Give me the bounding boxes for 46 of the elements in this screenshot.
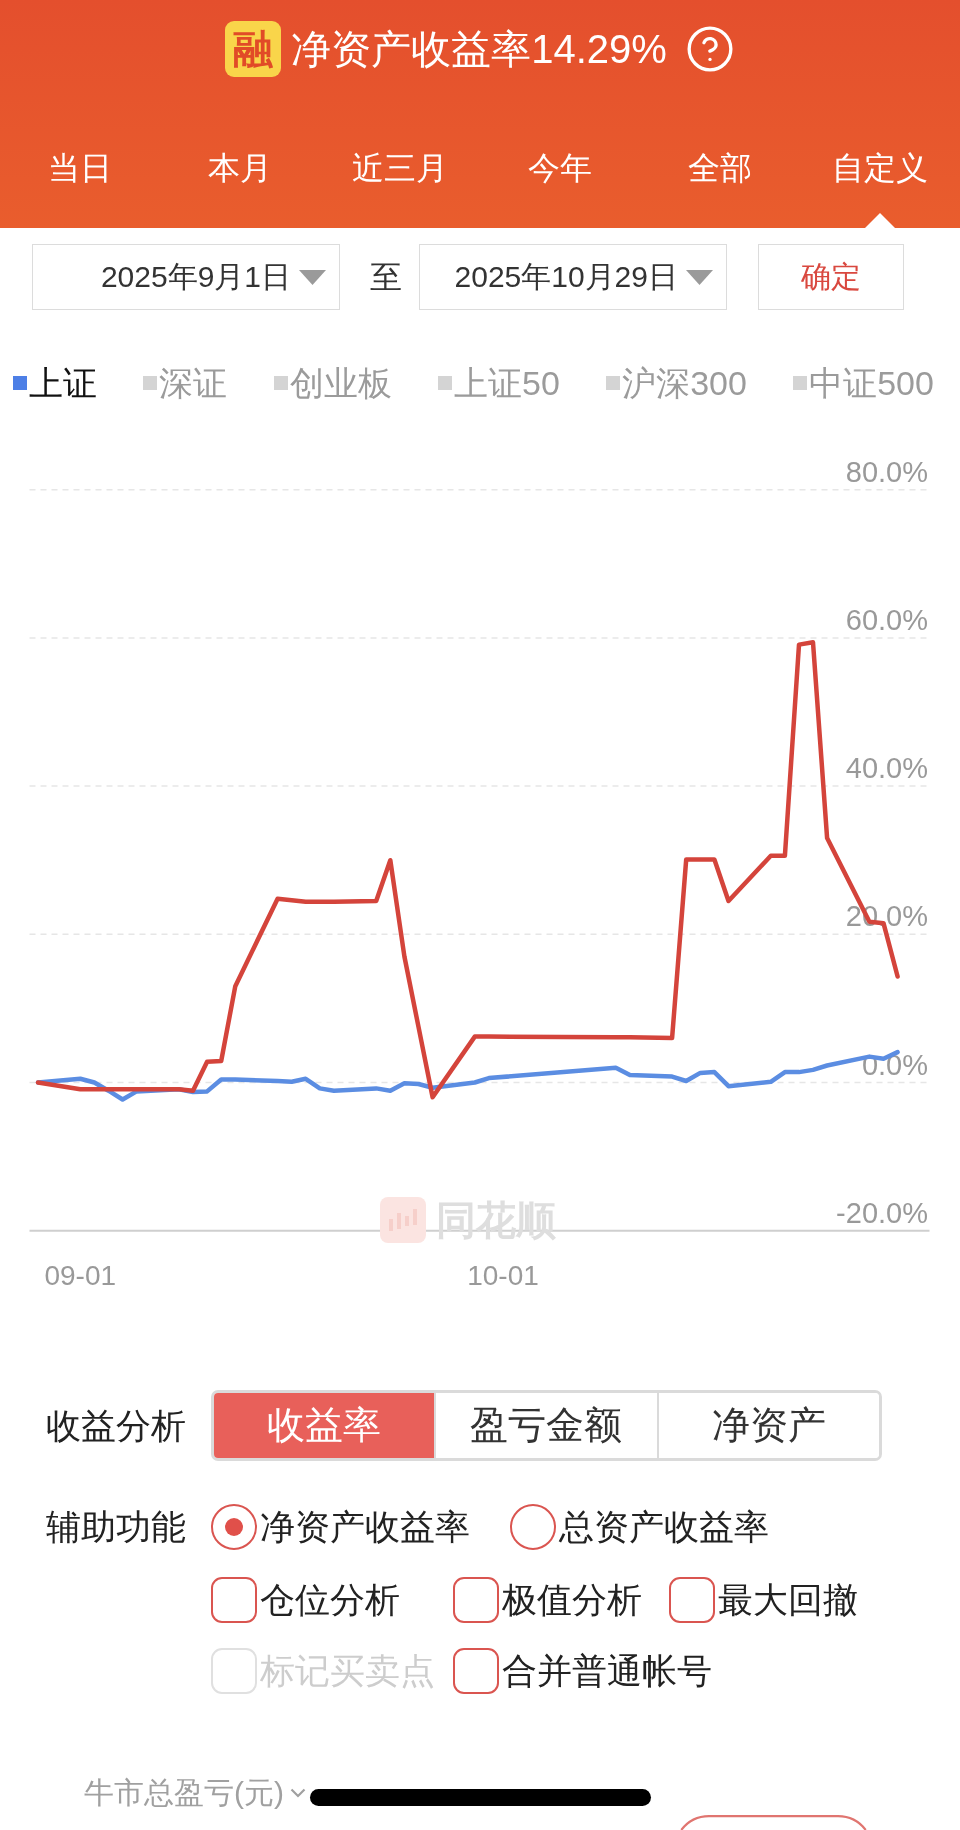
dropdown-caret-icon — [686, 269, 713, 285]
index-toggle[interactable]: 深证 — [143, 363, 228, 403]
selection-caret-icon — [865, 213, 895, 228]
logo-icon — [380, 1197, 426, 1243]
period-tab[interactable]: 今年 — [480, 133, 640, 228]
radio-option[interactable]: 总资产收益率 — [510, 1504, 769, 1550]
end-date-picker[interactable]: 2025年10月29日 — [419, 244, 727, 310]
segment-option[interactable]: 净资产 — [656, 1393, 879, 1458]
axis-tick-label: 80.0% — [845, 455, 928, 488]
segment-option[interactable]: 收益率 — [214, 1393, 435, 1458]
chevron-down-icon — [290, 1788, 306, 1798]
period-tab[interactable]: 近三月 — [320, 133, 480, 228]
index-toggle[interactable]: 创业板 — [273, 363, 392, 403]
checkbox-option[interactable]: 仓位分析 — [211, 1577, 400, 1623]
index-toggle[interactable]: 中证500 — [793, 363, 934, 403]
account-type-badge: 融 — [225, 21, 282, 77]
checkbox-option[interactable]: 极值分析 — [453, 1577, 642, 1623]
section-label: 收益分析 — [46, 1404, 187, 1447]
period-tab[interactable]: 全部 — [640, 133, 800, 228]
section-label: 辅助功能 — [46, 1506, 187, 1548]
axis-tick-label: 09-01 — [44, 1260, 117, 1291]
collapsible-section-toggle[interactable]: 牛市总盈亏(元) — [84, 1775, 306, 1811]
axis-tick-label: 10-01 — [467, 1260, 539, 1291]
legend-swatch-icon — [606, 376, 621, 390]
page-title: 净资产收益率14.29% — [291, 26, 667, 73]
legend-swatch-icon — [793, 376, 808, 390]
legend-swatch-icon — [438, 376, 452, 390]
axis-tick-label: -20.0% — [836, 1196, 928, 1229]
axis-tick-label: 60.0% — [845, 603, 928, 636]
index-toggle[interactable]: 上证50 — [438, 363, 560, 403]
start-date-picker[interactable]: 2025年9月1日 — [32, 244, 340, 310]
dropdown-caret-icon — [299, 269, 326, 285]
legend-swatch-icon — [273, 376, 288, 390]
checkbox-option[interactable]: 最大回撤 — [669, 1577, 858, 1623]
index-toggle[interactable]: 上证 — [13, 363, 97, 403]
period-tab[interactable]: 自定义 — [800, 133, 960, 228]
legend-swatch-icon — [143, 376, 158, 390]
legend-swatch-icon — [13, 376, 27, 390]
radio-option[interactable]: 净资产收益率 — [211, 1504, 470, 1550]
confirm-button[interactable]: 确定 — [758, 244, 904, 310]
checkbox-option[interactable]: 合并普通帐号 — [453, 1648, 712, 1694]
period-tab[interactable]: 当日 — [0, 133, 160, 228]
index-toggle[interactable]: 沪深300 — [606, 363, 747, 403]
range-separator: 至 — [370, 258, 402, 297]
period-tab[interactable]: 本月 — [160, 133, 320, 228]
axis-tick-label: 40.0% — [845, 752, 928, 785]
